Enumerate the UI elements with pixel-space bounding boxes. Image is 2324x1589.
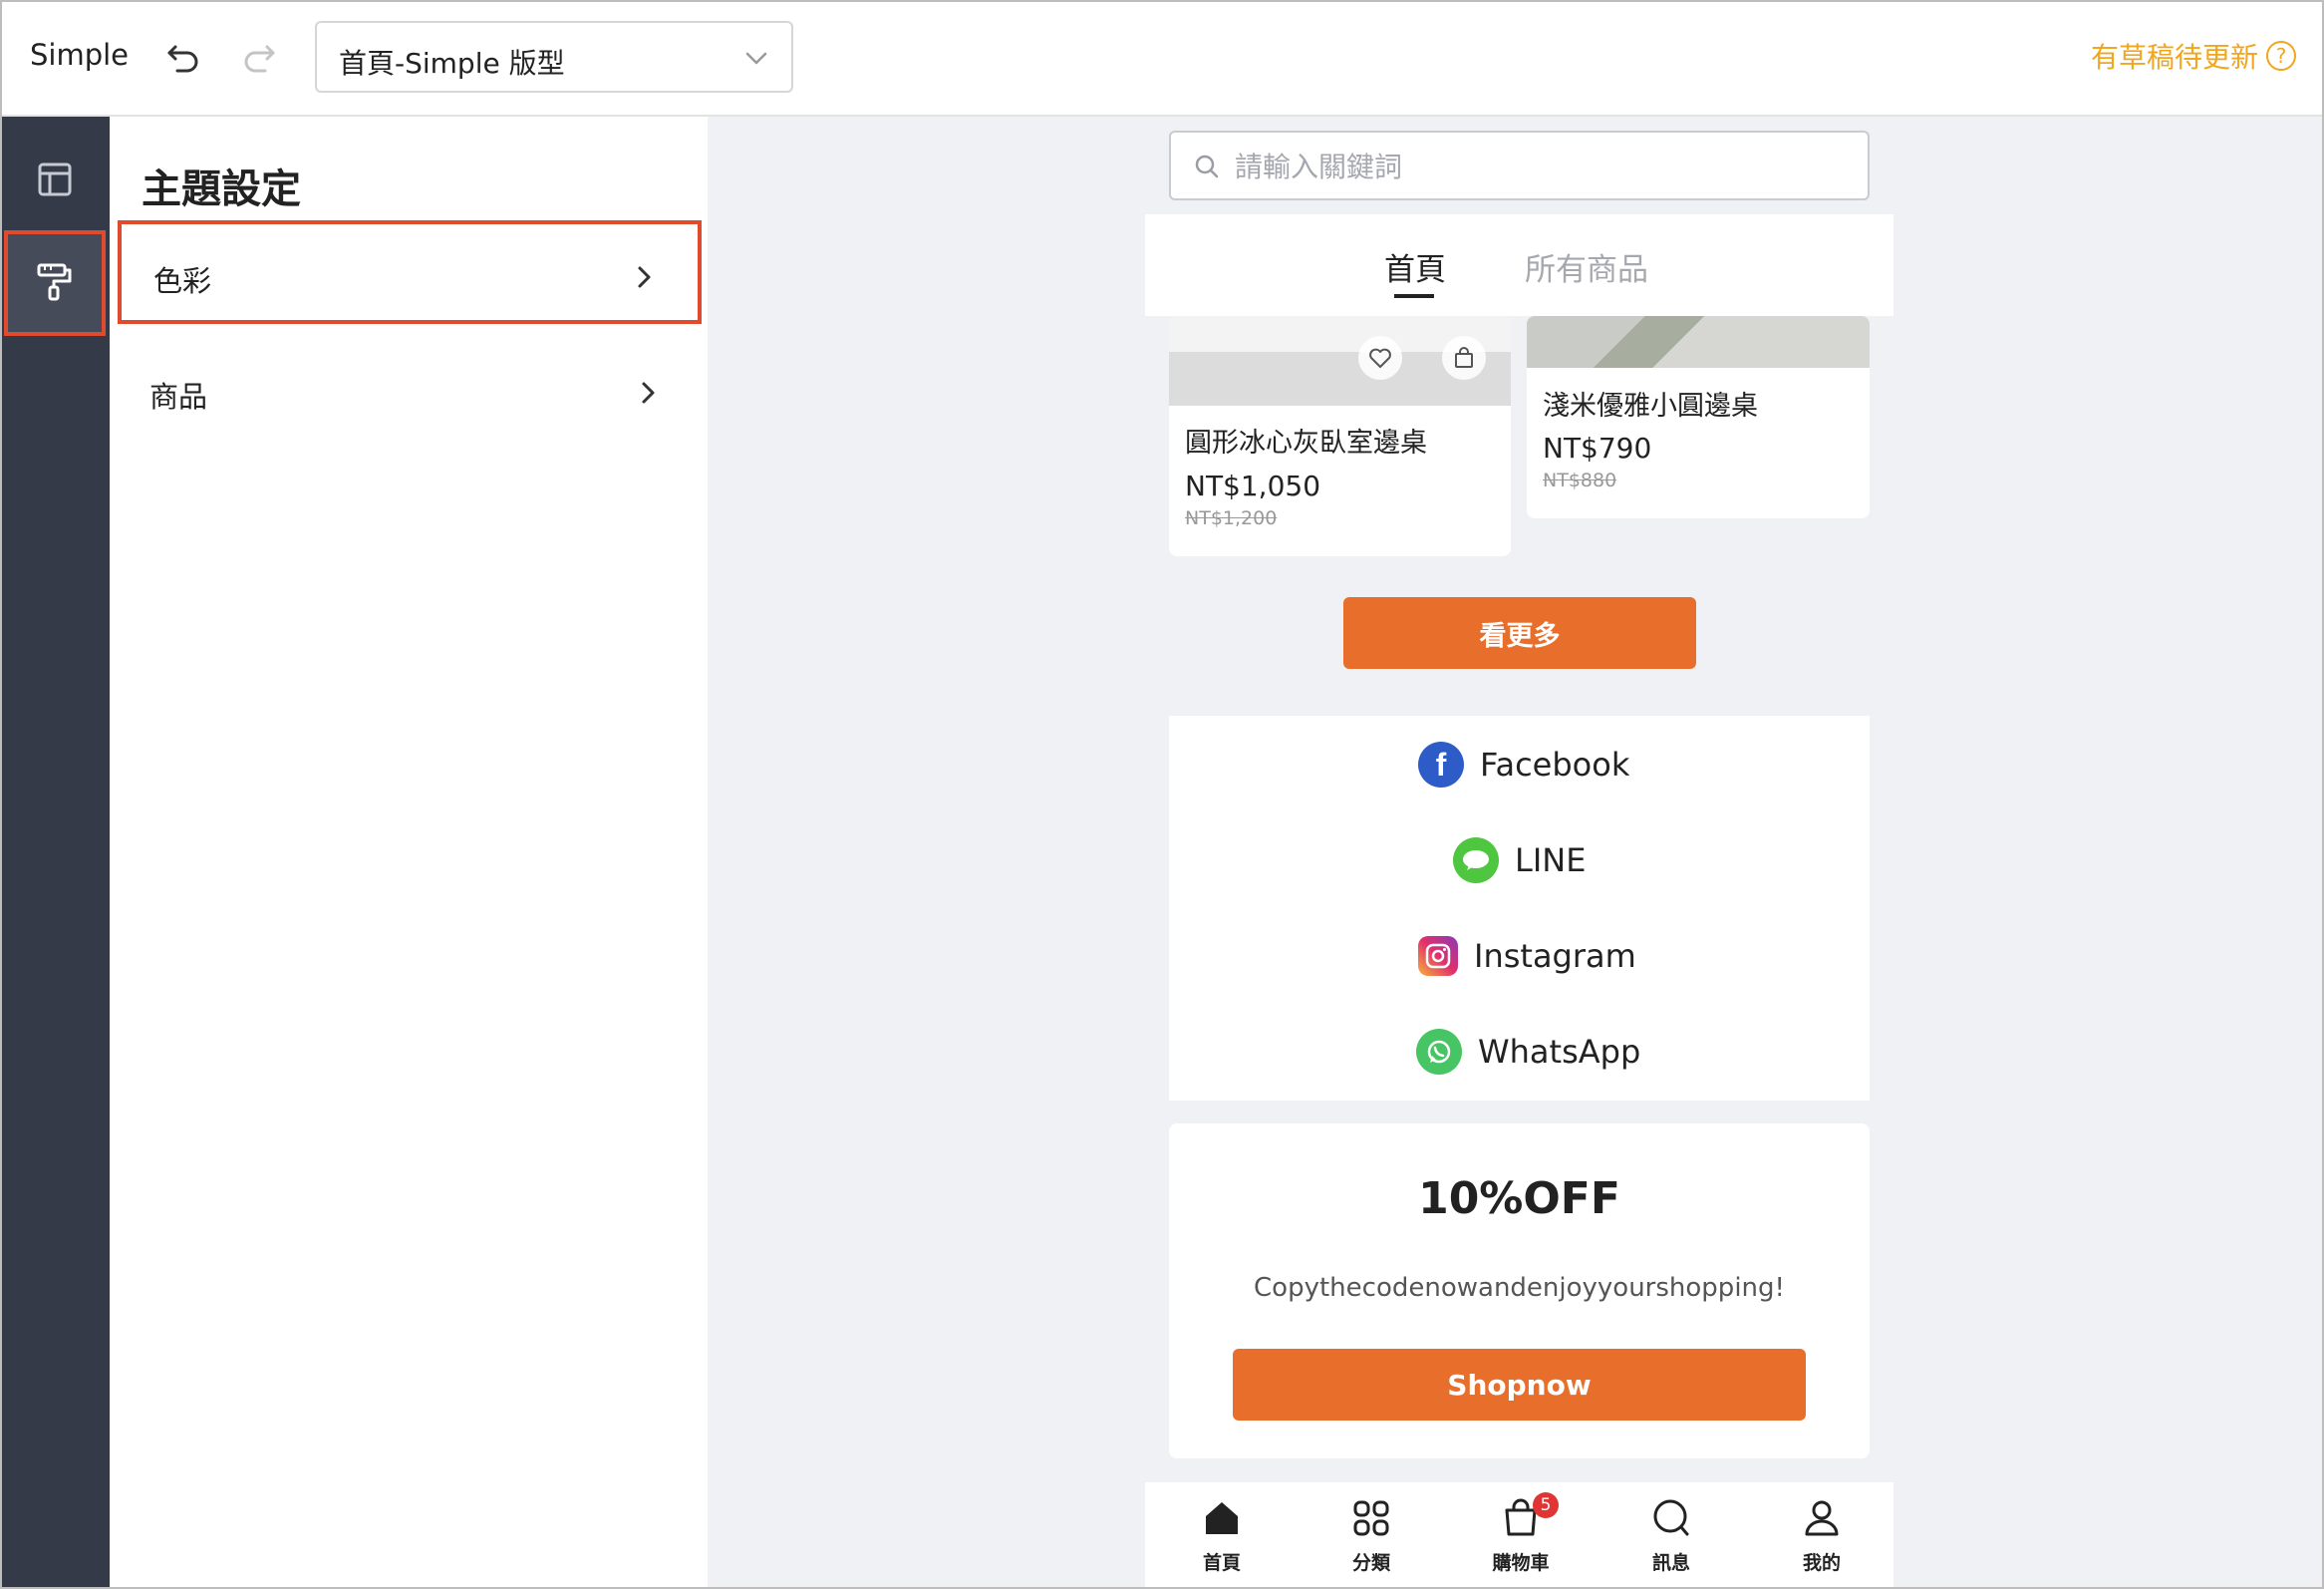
mobile-preview: 首頁 所有商品 圓形冰心灰臥室邊桌 NT$1,050 NT$1,200 淺米優雅… (1145, 117, 1893, 1589)
nav-item-cart[interactable]: 5 購物車 (1466, 1492, 1576, 1575)
product-original-price: NT$1,200 (1185, 507, 1278, 529)
nav-label: 首頁 (1202, 1552, 1241, 1574)
category-icon (1349, 1496, 1393, 1540)
top-bar: Simple 首頁-Simple 版型 有草稿待更新 ? (0, 0, 2324, 117)
layout-icon (35, 159, 75, 203)
facebook-icon: f (1418, 742, 1464, 788)
cart-badge: 5 (1533, 1492, 1559, 1518)
product-price: NT$790 (1543, 432, 1652, 465)
rail-item-layout[interactable] (4, 129, 106, 234)
nav-label: 訊息 (1651, 1552, 1690, 1574)
chat-icon (1649, 1496, 1693, 1540)
settings-panel: 主題設定 色彩 商品 (110, 117, 708, 1589)
tab-home-label: 首頁 (1384, 252, 1446, 288)
draft-notice[interactable]: 有草稿待更新 ? (2091, 36, 2296, 76)
chevron-down-icon (743, 45, 769, 71)
panel-item-color[interactable]: 色彩 (118, 220, 702, 324)
nav-label: 購物車 (1492, 1552, 1550, 1574)
whatsapp-icon (1416, 1029, 1462, 1075)
search-box[interactable] (1169, 131, 1870, 200)
search-icon (1193, 153, 1221, 180)
home-icon (1200, 1496, 1244, 1540)
panel-item-label: 色彩 (153, 264, 212, 298)
nav-item-messages[interactable]: 訊息 (1616, 1496, 1726, 1575)
see-more-button[interactable]: 看更多 (1343, 597, 1696, 669)
social-label: Facebook (1480, 746, 1630, 784)
social-link-line[interactable]: LINE (1453, 835, 1586, 885)
panel-item-product[interactable]: 商品 (118, 340, 702, 444)
nav-item-category[interactable]: 分類 (1316, 1496, 1426, 1575)
promo-card: 10%OFF Copythecodenowandenjoyyourshoppin… (1169, 1123, 1870, 1458)
shop-now-button[interactable]: Shopnow (1233, 1349, 1806, 1421)
panel-item-label: 商品 (149, 380, 208, 414)
undo-icon[interactable] (163, 36, 203, 76)
shopping-bag-icon[interactable] (1442, 336, 1486, 380)
tab-home[interactable]: 首頁 (1384, 244, 1446, 298)
paint-roller-icon (33, 259, 77, 307)
social-link-instagram[interactable]: Instagram (1418, 931, 1636, 981)
product-name: 淺米優雅小圓邊桌 (1543, 391, 1758, 422)
search-bar (1145, 117, 1893, 214)
social-link-whatsapp[interactable]: WhatsApp (1416, 1027, 1640, 1077)
promo-subtitle: Copythecodenowandenjoyyourshopping! (1254, 1273, 1785, 1303)
product-image (1527, 316, 1870, 368)
promo-title: 10%OFF (1418, 1173, 1620, 1224)
nav-item-home[interactable]: 首頁 (1167, 1496, 1277, 1575)
instagram-icon (1418, 936, 1458, 976)
product-price: NT$1,050 (1185, 470, 1321, 502)
social-label: Instagram (1474, 937, 1636, 975)
social-label: LINE (1515, 841, 1587, 879)
tab-all-products[interactable]: 所有商品 (1525, 244, 1648, 289)
user-icon (1800, 1496, 1844, 1540)
shopping-bag-icon: 5 (1499, 1492, 1559, 1540)
chevron-right-icon (630, 262, 660, 292)
draft-notice-label: 有草稿待更新 (2090, 41, 2258, 74)
page-selector[interactable]: 首頁-Simple 版型 (315, 21, 793, 93)
product-name: 圓形冰心灰臥室邊桌 (1185, 428, 1427, 459)
app-name: Simple (30, 38, 130, 72)
social-label: WhatsApp (1478, 1033, 1641, 1071)
heart-icon[interactable] (1358, 336, 1402, 380)
page-selector-value: 首頁-Simple 版型 (339, 47, 565, 80)
redo-icon[interactable] (239, 36, 279, 76)
line-icon (1453, 837, 1499, 883)
active-tab-underline (1394, 294, 1434, 298)
store-tabs: 首頁 所有商品 (1145, 214, 1893, 316)
left-rail (0, 117, 110, 1589)
social-link-facebook[interactable]: f Facebook (1418, 740, 1629, 790)
product-original-price: NT$880 (1543, 470, 1617, 491)
nav-label: 我的 (1802, 1552, 1841, 1574)
chevron-right-icon (634, 378, 664, 408)
social-links: f Facebook LINE Instagram WhatsApp (1169, 716, 1870, 1101)
product-card[interactable]: 淺米優雅小圓邊桌 NT$790 NT$880 (1527, 316, 1870, 518)
panel-title: 主題設定 (142, 166, 301, 212)
bottom-nav: 首頁 分類 5 購物車 訊息 我的 (1145, 1482, 1893, 1589)
product-card[interactable]: 圓形冰心灰臥室邊桌 NT$1,050 NT$1,200 (1169, 316, 1511, 556)
search-input[interactable] (1235, 145, 1833, 188)
help-icon[interactable]: ? (2266, 41, 2296, 71)
tab-all-products-label: 所有商品 (1525, 252, 1648, 288)
nav-label: 分類 (1351, 1552, 1390, 1574)
nav-item-account[interactable]: 我的 (1767, 1496, 1877, 1575)
rail-item-theme[interactable] (4, 230, 106, 336)
